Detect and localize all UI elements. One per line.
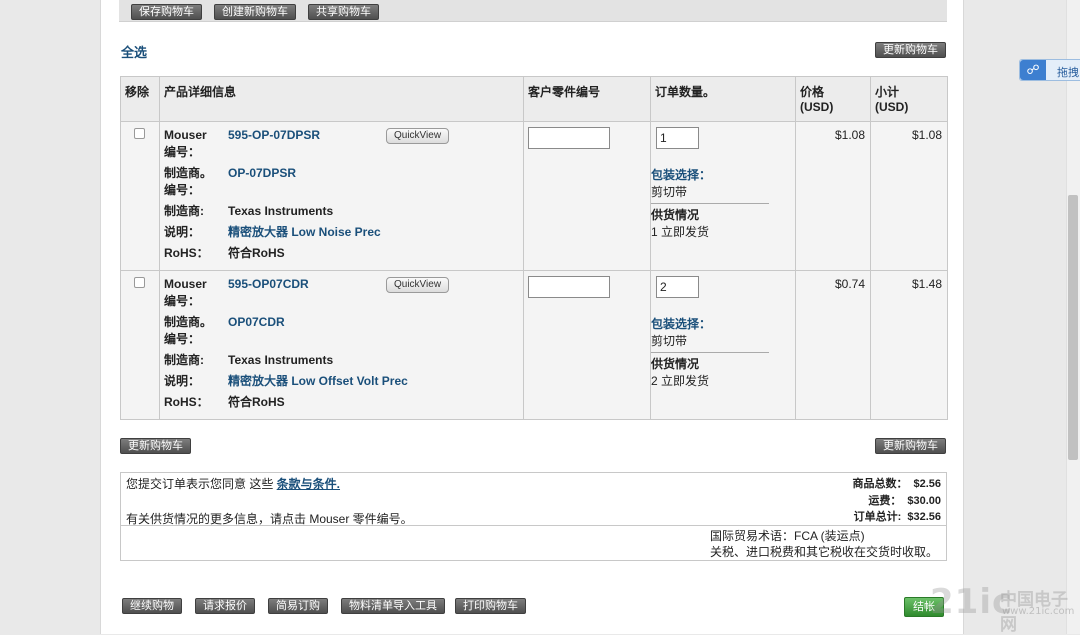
- header-price-label: 价格: [800, 85, 825, 99]
- packaging-label[interactable]: 包装选择：: [651, 316, 769, 333]
- summary-divider: [121, 525, 946, 526]
- order-total-value: $32.56: [907, 511, 941, 523]
- share-widget-label: 拖拽: [1057, 67, 1079, 79]
- table-row: Mouser 编号： 595-OP-07DPSR 制造商。 编号： OP-07DPSR …: [120, 121, 948, 271]
- label-description: 说明：: [164, 225, 201, 239]
- mouser-part-link[interactable]: 595-OP-07DPSR: [228, 127, 320, 161]
- easy-order-button[interactable]: 简易订购: [268, 598, 328, 614]
- line-subtotal: $1.48: [911, 277, 942, 291]
- quantity-input[interactable]: 2: [656, 276, 699, 298]
- merch-total-value: $2.56: [913, 478, 941, 490]
- share-widget[interactable]: ☍ 拖拽: [1019, 59, 1080, 81]
- update-cart-button-top[interactable]: 更新购物车: [875, 42, 946, 58]
- packaging-value: 剪切带: [651, 333, 769, 353]
- table-header-row: 移除 产品详细信息 客户零件编号 订单数量。 价格 (USD) 小计 (USD): [120, 76, 948, 122]
- packaging-block: 包装选择： 剪切带 供货情况 2 立即发货: [651, 316, 769, 390]
- availability-label: 供货情况: [651, 357, 700, 371]
- incoterms-block: 国际贸易术语：FCA (装运点) 关税、进口税费和其它税收在交货时收取。: [710, 528, 938, 560]
- table-row: Mouser 编号： 595-OP07CDR 制造商。 编号： OP07CDR 制造商:…: [120, 270, 948, 420]
- label-mfr-no-2: 编号：: [164, 183, 201, 197]
- description-link[interactable]: 精密放大器 Low Noise Prec: [228, 224, 381, 241]
- header-subtotal-unit: (USD): [875, 100, 909, 114]
- label-rohs: RoHS：: [164, 246, 209, 260]
- terms-link[interactable]: 条款与条件.: [277, 477, 340, 491]
- print-cart-button[interactable]: 打印购物车: [455, 598, 526, 614]
- select-all-link[interactable]: 全选: [121, 42, 147, 61]
- label-mfr-no: 制造商。: [164, 166, 213, 180]
- request-quote-button[interactable]: 请求报价: [195, 598, 255, 614]
- manufacturer-value: Texas Instruments: [228, 204, 334, 218]
- customer-part-input[interactable]: [528, 276, 610, 298]
- incoterms-text: 国际贸易术语：FCA (装运点): [710, 529, 865, 543]
- share-cart-button[interactable]: 共享购物车: [308, 4, 379, 20]
- scrollbar-thumb[interactable]: [1068, 195, 1078, 460]
- update-cart-button-bottom-right[interactable]: 更新购物车: [875, 438, 946, 454]
- shipping-label: 运费：: [868, 494, 902, 507]
- terms-prefix: 您提交订单表示您同意 这些: [126, 477, 277, 491]
- share-icon: ☍: [1020, 60, 1046, 80]
- header-subtotal-label: 小计: [875, 85, 900, 99]
- label-manufacturer: 制造商:: [164, 204, 204, 218]
- label-mfr-no: 制造商。: [164, 315, 213, 329]
- quickview-button[interactable]: QuickView: [386, 277, 450, 293]
- label-mouser-no-2: 编号：: [164, 294, 201, 308]
- header-remove: 移除: [120, 76, 160, 122]
- product-detail: Mouser 编号： 595-OP07CDR 制造商。 编号： OP07CDR 制造商:…: [164, 276, 520, 415]
- label-mouser-no: Mouser: [164, 128, 207, 142]
- duties-note: 关税、进口税费和其它税收在交货时收取。: [710, 545, 939, 559]
- create-cart-button[interactable]: 创建新购物车: [214, 4, 296, 20]
- packaging-value: 剪切带: [651, 184, 769, 204]
- save-cart-button[interactable]: 保存购物车: [131, 4, 202, 20]
- cart-table: 移除 产品详细信息 客户零件编号 订单数量。 价格 (USD) 小计 (USD) M…: [120, 76, 948, 420]
- update-cart-button-bottom-left[interactable]: 更新购物车: [120, 438, 191, 454]
- header-quantity: 订单数量。: [650, 76, 796, 122]
- mouser-part-link[interactable]: 595-OP07CDR: [228, 276, 309, 310]
- header-price-unit: (USD): [800, 100, 834, 114]
- totals-block: 商品总数： $2.56 运费： $30.00 订单总计: $32.56: [852, 476, 941, 526]
- unit-price: $0.74: [834, 277, 865, 291]
- remove-checkbox[interactable]: [134, 277, 145, 288]
- line-subtotal: $1.08: [911, 128, 942, 142]
- order-summary: 您提交订单表示您同意 这些 条款与条件. 有关供货情况的更多信息，请点击 Mou…: [120, 472, 947, 561]
- order-total-label: 订单总计:: [853, 511, 902, 523]
- merch-total-label: 商品总数：: [852, 478, 908, 490]
- cart-page: 保存购物车 创建新购物车 共享购物车 全选 更新购物车 移除 产品详细信息 客户…: [100, 0, 964, 634]
- header-subtotal: 小计 (USD): [870, 76, 948, 122]
- quickview-button[interactable]: QuickView: [386, 128, 450, 144]
- terms-text: 您提交订单表示您同意 这些 条款与条件.: [126, 476, 340, 492]
- label-mouser-no: Mouser: [164, 277, 207, 291]
- label-mfr-no-2: 编号：: [164, 332, 201, 346]
- packaging-block: 包装选择： 剪切带 供货情况 1 立即发货: [651, 167, 769, 241]
- watermark-url: www.21ic.com: [1002, 606, 1075, 617]
- remove-checkbox[interactable]: [134, 128, 145, 139]
- bom-import-button[interactable]: 物料清单导入工具: [341, 598, 445, 614]
- label-rohs: RoHS：: [164, 395, 209, 409]
- availability-value: 1 立即发货: [651, 225, 710, 239]
- customer-part-input[interactable]: [528, 127, 610, 149]
- mfr-part-link[interactable]: OP-07DPSR: [228, 165, 296, 199]
- label-manufacturer: 制造商:: [164, 353, 204, 367]
- rohs-value: 符合RoHS: [228, 395, 285, 409]
- shipping-value: $30.00: [907, 494, 941, 507]
- product-detail: Mouser 编号： 595-OP-07DPSR 制造商。 编号： OP-07DPSR …: [164, 127, 520, 266]
- description-link[interactable]: 精密放大器 Low Offset Volt Prec: [228, 373, 408, 390]
- header-customer-part: 客户零件编号: [523, 76, 651, 122]
- header-price: 价格 (USD): [795, 76, 871, 122]
- manufacturer-value: Texas Instruments: [228, 353, 334, 367]
- label-description: 说明：: [164, 374, 201, 388]
- header-product-details: 产品详细信息: [159, 76, 524, 122]
- continue-shopping-button[interactable]: 继续购物: [122, 598, 182, 614]
- mfr-part-link[interactable]: OP07CDR: [228, 314, 285, 348]
- packaging-label[interactable]: 包装选择：: [651, 167, 769, 184]
- top-toolbar: 保存购物车 创建新购物车 共享购物车: [119, 0, 947, 22]
- quantity-input[interactable]: 1: [656, 127, 699, 149]
- availability-value: 2 立即发货: [651, 374, 710, 388]
- label-mouser-no-2: 编号：: [164, 145, 201, 159]
- unit-price: $1.08: [834, 128, 865, 142]
- availability-label: 供货情况: [651, 208, 700, 222]
- rohs-value: 符合RoHS: [228, 246, 285, 260]
